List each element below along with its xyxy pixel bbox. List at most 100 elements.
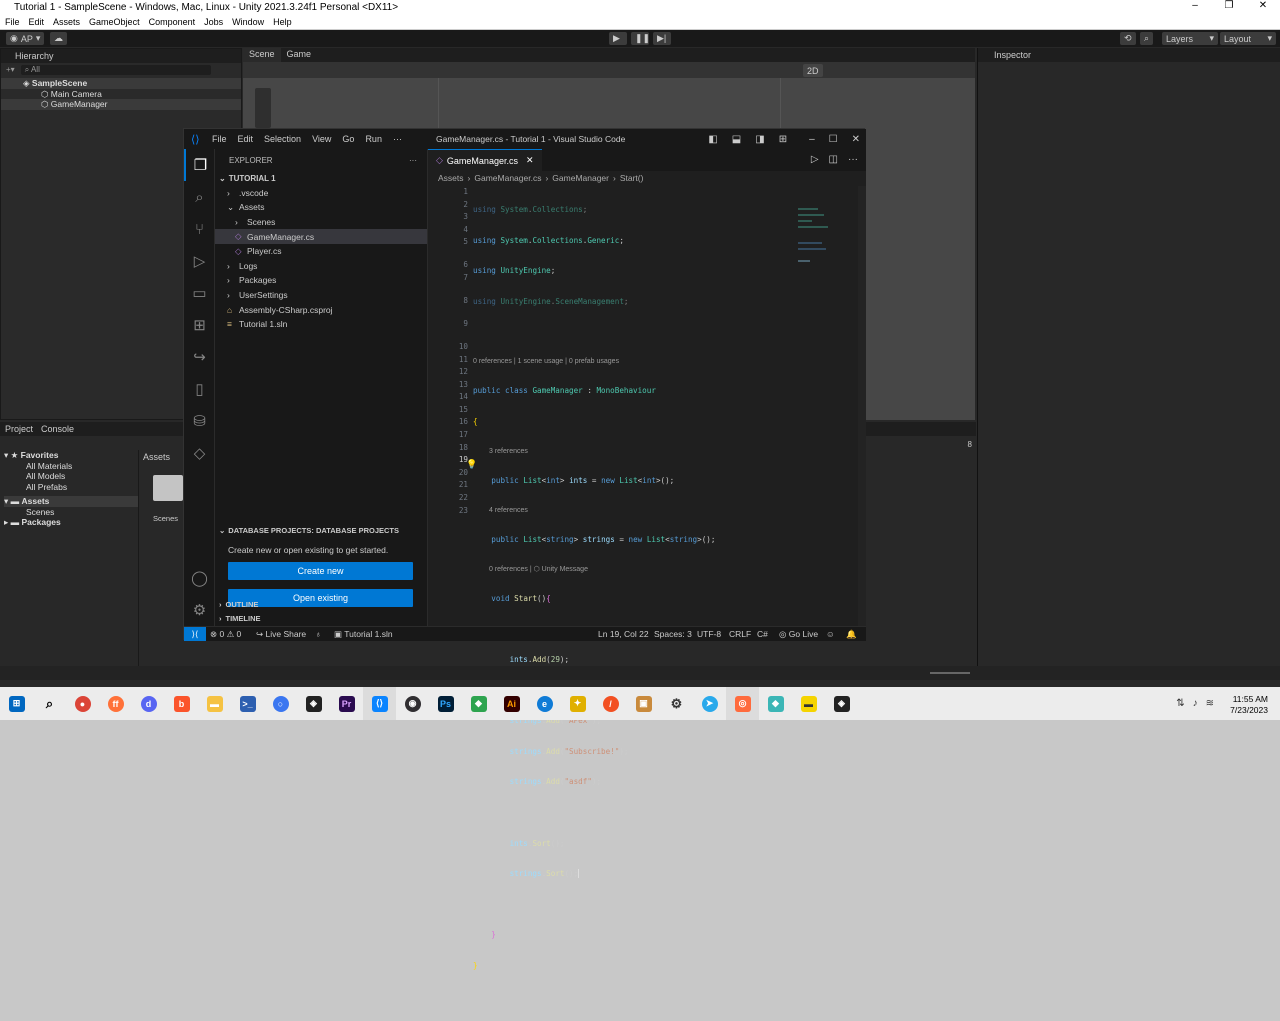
menu-help[interactable]: Help [273, 17, 292, 27]
live-share-icon[interactable]: ↪ [184, 341, 215, 373]
layers-icon[interactable]: ◇ [184, 437, 215, 469]
problems-indicator[interactable]: ⊗ 0 ⚠ 0 [210, 629, 241, 640]
menu-file[interactable]: File [5, 17, 20, 27]
explorer-item[interactable]: › .vscode [215, 186, 427, 201]
pause-button[interactable]: ❚❚ [631, 32, 650, 45]
remote-explorer-icon[interactable]: ▭ [184, 277, 215, 309]
vs-menu-selection[interactable]: Selection [264, 134, 301, 144]
folder-icon[interactable] [153, 475, 183, 501]
powershell-icon[interactable]: >_ [231, 687, 264, 720]
cube-icon[interactable]: ◆ [759, 687, 792, 720]
split-editor-icon[interactable]: ◫ [829, 154, 838, 165]
premiere-icon[interactable]: Pr [330, 687, 363, 720]
hierarchy-tab[interactable]: Hierarchy [1, 49, 241, 63]
layout-icon[interactable]: ⊞ [779, 134, 787, 145]
close-button[interactable]: ✕ [1246, 0, 1280, 11]
manage-gear-icon[interactable]: ⚙ [184, 594, 215, 626]
run-icon[interactable]: ▷ [811, 154, 819, 165]
vs-close-button[interactable]: ✕ [852, 134, 860, 145]
explorer-item[interactable]: ◇ Player.cs [215, 244, 427, 259]
settings-icon[interactable]: ⚙ [660, 687, 693, 720]
remote-indicator-icon[interactable]: ⟩⟨ [184, 627, 206, 641]
explorer-item[interactable]: ◇ GameManager.cs [215, 229, 427, 244]
code-editor[interactable]: using System.Collections; using System.C… [473, 186, 853, 1021]
vscode-taskbar-icon[interactable]: ⟨⟩ [363, 687, 396, 720]
lightbulb-icon[interactable]: 💡 [466, 459, 477, 470]
play-button[interactable]: ▶ [609, 32, 627, 45]
cloud-button[interactable]: ☁ [50, 32, 67, 45]
hierarchy-item[interactable]: ⬡ Main Camera [1, 89, 241, 100]
codelens-start[interactable]: 0 references | ⬡ Unity Message [473, 565, 853, 575]
tool-icon[interactable]: ✦ [561, 687, 594, 720]
add-icon[interactable]: +▾ [6, 65, 15, 74]
menu-component[interactable]: Component [149, 17, 196, 27]
edge-icon[interactable]: e [528, 687, 561, 720]
vs-minimize-button[interactable]: – [809, 134, 815, 145]
file-explorer-icon[interactable]: ▬ [198, 687, 231, 720]
editor-more-icon[interactable]: ··· [848, 154, 858, 165]
unity-icon[interactable]: ◎ [726, 687, 759, 720]
discord-icon[interactable]: d [132, 687, 165, 720]
packages-folder[interactable]: ▸ ▬ Packages [4, 517, 138, 528]
create-new-button[interactable]: Create new [228, 562, 413, 580]
vs-menu-more[interactable]: ··· [393, 134, 402, 144]
crumb-class[interactable]: GameManager [552, 173, 609, 183]
network-icon[interactable]: ⇅ [1176, 698, 1184, 709]
account-dropdown[interactable]: ◉ AP ▾ [6, 32, 45, 45]
codelens-strings[interactable]: 4 references [473, 506, 853, 516]
live-share-status[interactable]: ↪ Live Share [256, 629, 306, 640]
eol[interactable]: CRLF [729, 629, 751, 639]
package-icon[interactable]: ▣ [627, 687, 660, 720]
vs-maximize-button[interactable]: ☐ [829, 134, 838, 145]
toggle-panel-icon[interactable]: ⬓ [732, 134, 741, 145]
scene-tool-palette[interactable] [255, 88, 271, 128]
start-button[interactable]: ⊞ [0, 687, 33, 720]
unity-editor-icon[interactable]: ◈ [825, 687, 858, 720]
zoom-slider[interactable] [930, 672, 970, 674]
explorer-icon[interactable]: ❐ [184, 149, 215, 181]
favorites-folder[interactable]: ▾ ★ Favorites [4, 450, 138, 461]
search-button[interactable]: ⌕ [1140, 32, 1154, 45]
menu-jobs[interactable]: Jobs [204, 17, 223, 27]
menu-gameobject[interactable]: GameObject [89, 17, 140, 27]
database-icon[interactable]: ⛁ [184, 405, 215, 437]
crumb-assets[interactable]: Assets [438, 173, 464, 183]
language-mode[interactable]: C# [757, 629, 768, 639]
menu-edit[interactable]: Edit [29, 17, 45, 27]
tab-console[interactable]: Console [41, 424, 74, 434]
close-tab-icon[interactable]: ✕ [526, 155, 534, 166]
unity-hub-icon[interactable]: ◈ [297, 687, 330, 720]
source-control-icon[interactable]: ⑂ [184, 213, 215, 245]
illustrator-icon[interactable]: Ai [495, 687, 528, 720]
extensions-icon[interactable]: ⊞ [184, 309, 215, 341]
explorer-item[interactable]: ≡ Tutorial 1.sln [215, 317, 427, 332]
workspace-folder[interactable]: ⌄ TUTORIAL 1 [215, 171, 427, 186]
codelens-class[interactable]: 0 references | 1 scene usage | 0 prefab … [473, 357, 853, 367]
notifications-icon[interactable]: 🔔 [846, 629, 857, 640]
go-live-button[interactable]: ◎ Go Live [779, 629, 818, 640]
run-debug-icon[interactable]: ▷ [184, 245, 215, 277]
telegram-icon[interactable]: ➤ [693, 687, 726, 720]
photoshop-icon[interactable]: Ps [429, 687, 462, 720]
explorer-item[interactable]: › Logs [215, 259, 427, 274]
explorer-item[interactable]: › Packages [215, 273, 427, 288]
vs-menu-edit[interactable]: Edit [238, 134, 254, 144]
volume-icon[interactable]: ♪ [1193, 698, 1198, 709]
layout-dropdown[interactable]: Layout ▾ [1220, 32, 1276, 45]
vs-menu-go[interactable]: Go [342, 134, 354, 144]
explorer-item[interactable]: › Scenes [215, 215, 427, 230]
explorer-item[interactable]: › UserSettings [215, 288, 427, 303]
indentation[interactable]: Spaces: 3 [654, 629, 692, 639]
history-button[interactable]: ⟲ [1120, 32, 1136, 45]
flask-icon[interactable]: ♁ [315, 629, 321, 639]
menu-assets[interactable]: Assets [53, 17, 80, 27]
search-icon[interactable]: ⌕ [184, 181, 215, 213]
encoding[interactable]: UTF-8 [697, 629, 721, 639]
sticky-notes-icon[interactable]: ▬ [792, 687, 825, 720]
scenes-folder[interactable]: Scenes [4, 507, 138, 518]
2d-toggle[interactable]: 2D [803, 64, 823, 77]
database-projects-header[interactable]: ⌄ DATABASE PROJECTS: DATABASE PROJECTS [215, 523, 428, 537]
cursor-position[interactable]: Ln 19, Col 22 [598, 629, 649, 639]
vs-menu-run[interactable]: Run [365, 134, 382, 144]
device-icon[interactable]: ▯ [184, 373, 215, 405]
